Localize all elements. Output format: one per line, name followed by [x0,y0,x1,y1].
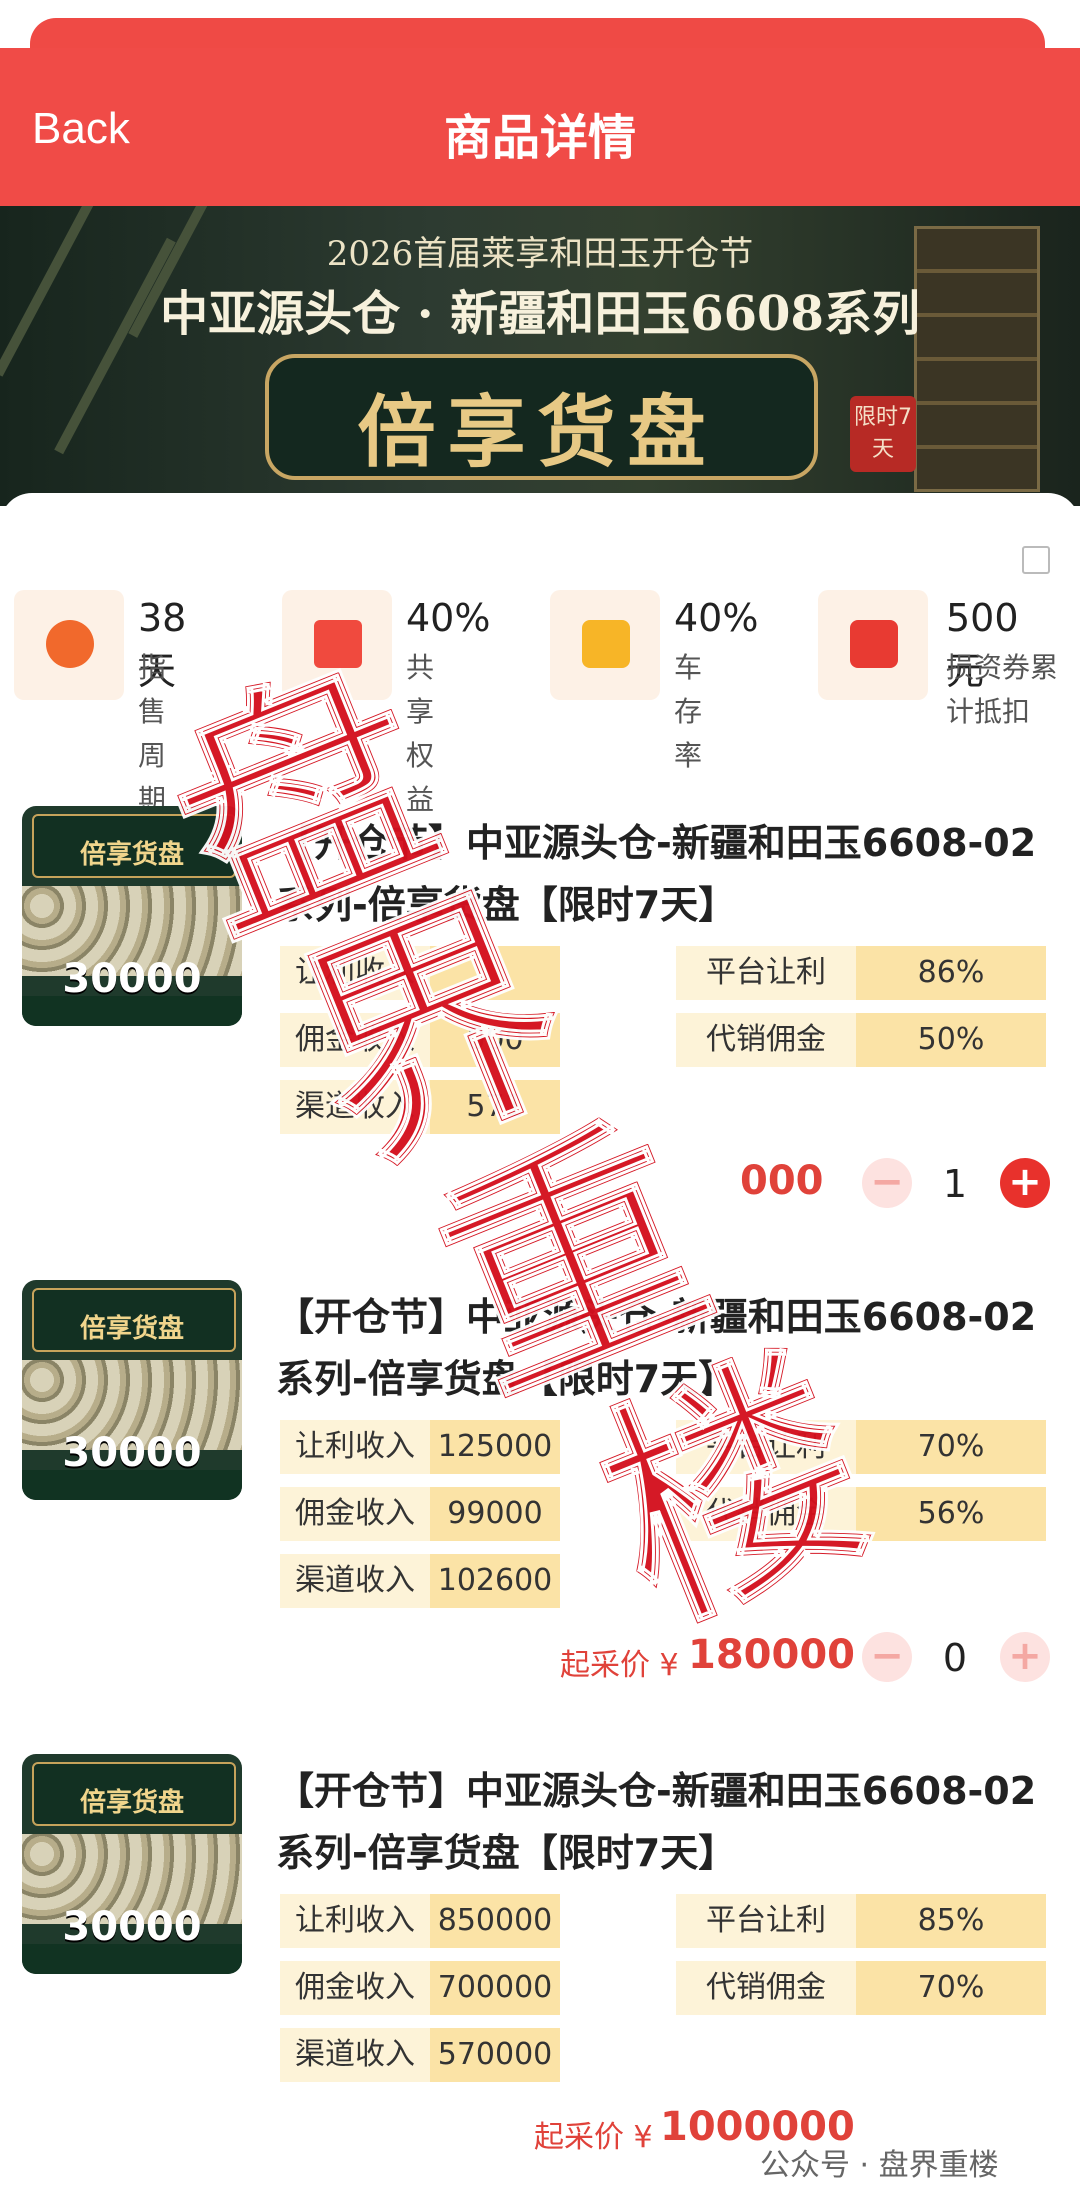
page-title: 商品详情 [443,110,636,166]
product-item[interactable]: 倍享货盘 30000 【开仓节】中亚源头仓-新疆和田玉6608-02系列-倍享货… [0,806,1080,1226]
quantity-value: 1 [942,1162,968,1206]
price-row: 起采价 ¥ 180000 − 0 + [0,1632,1080,1692]
income-value: 570000 [430,2028,560,2082]
product-title[interactable]: 【开仓节】中亚源头仓-新疆和田玉6608-02系列-倍享货盘【限时7天】 [276,1760,1056,1884]
income-label: 让利收入 [280,1894,430,1948]
price-label: 起采价 ¥ [534,2120,653,2155]
quantity-value: 0 [942,1636,968,1680]
income-label: 让利收入 [280,1420,430,1474]
thumbnail-board-text: 倍享货盘 [79,1314,184,1344]
stat-label: 损资券累计抵扣 [946,651,1059,728]
income-label: 渠道收入 [280,1080,430,1134]
product-thumbnail[interactable]: 倍享货盘 30000 [22,1280,242,1500]
income-label: 渠道收入 [280,2028,430,2082]
stat-value: 40% [674,596,759,640]
product-item[interactable]: 倍享货盘 30000 【开仓节】中亚源头仓-新疆和田玉6608-02系列-倍享货… [0,1280,1080,1700]
increase-button[interactable]: + [1000,1158,1050,1208]
increase-button[interactable]: + [1000,1632,1050,1682]
income-value: 102600 [430,1554,560,1608]
thumbnail-footer [22,1944,242,1974]
price-value: 000 [740,1158,824,1204]
thumbnail-board-text: 倍享货盘 [79,1788,184,1818]
wallet-icon [550,590,660,700]
rate-value: 86% [856,946,1046,1000]
banner-main-text: 倍享货盘 [357,387,718,478]
income-value: 000 [430,1013,560,1067]
product-title[interactable]: 【开仓节】中亚源头仓-新疆和田玉6608-02系列-倍享货盘【限时7天】 [276,812,1056,936]
rate-label: 平台让利 [676,946,856,1000]
price-label: 起采价 ¥ [560,1648,679,1683]
thumbnail-board-text: 倍享货盘 [79,840,184,870]
rate-label: 代销佣金 [676,1961,856,2015]
product-thumbnail[interactable]: 倍享货盘 30000 [22,1754,242,1974]
select-checkbox[interactable] [1022,546,1050,574]
income-label: 佣金收入 [280,1013,430,1067]
stat-label: 车存率 [674,651,703,772]
rate-value: 70% [856,1961,1046,2015]
stat-label: 共享权益 [406,651,435,816]
app-header: Back 商品详情 [0,48,1080,206]
rate-value: 50% [856,1013,1046,1067]
banner-subtitle: 2026首届莱享和田玉开仓节 [326,234,754,274]
coupon-icon [818,590,928,700]
promo-banner: 2026首届莱享和田玉开仓节 中亚源头仓 · 新疆和田玉6608系列 倍享货盘 … [0,206,1080,506]
decrease-button[interactable]: − [862,1632,912,1682]
decrease-button[interactable]: − [862,1158,912,1208]
income-label: 佣金收入 [280,1961,430,2015]
rate-label: 代销佣金 [676,1487,856,1541]
income-label: 渠道收入 [280,1554,430,1608]
product-item[interactable]: 倍享货盘 30000 【开仓节】中亚源头仓-新疆和田玉6608-02系列-倍享货… [0,1754,1080,2174]
thumbnail-footer [22,996,242,1026]
coin-icon [14,590,124,700]
price-value: 180000 [688,1632,855,1678]
income-value: 99000 [430,1487,560,1541]
price-row: 000 − 1 + [0,1158,1080,1218]
rate-value: 85% [856,1894,1046,1948]
rate-label: 平台让利 [676,1894,856,1948]
rate-value: 70% [856,1420,1046,1474]
thumbnail-footer [22,1470,242,1500]
income-value: 571 [430,1080,560,1134]
product-title[interactable]: 【开仓节】中亚源头仓-新疆和田玉6608-02系列-倍享货盘【限时7天】 [276,1286,1056,1410]
income-value: 700000 [430,1961,560,2015]
stat-label: 指售周期 [138,651,167,816]
rate-label: 平台让利 [676,1420,856,1474]
rate-label: 代销佣金 [676,1013,856,1067]
income-label: 让利收入 [280,946,430,1000]
stat-value: 40% [406,596,491,640]
gift-icon [282,590,392,700]
rate-value: 56% [856,1487,1046,1541]
income-value [430,946,560,1000]
product-thumbnail[interactable]: 倍享货盘 30000 [22,806,242,1026]
footer-watermark: 公众号 · 盘界重楼 [760,2148,999,2183]
banner-title: 中亚源头仓 · 新疆和田玉6608系列 [160,286,920,342]
income-value: 850000 [430,1894,560,1948]
limited-time-seal: 限时7天 [850,396,916,472]
income-label: 佣金收入 [280,1487,430,1541]
income-value: 125000 [430,1420,560,1474]
